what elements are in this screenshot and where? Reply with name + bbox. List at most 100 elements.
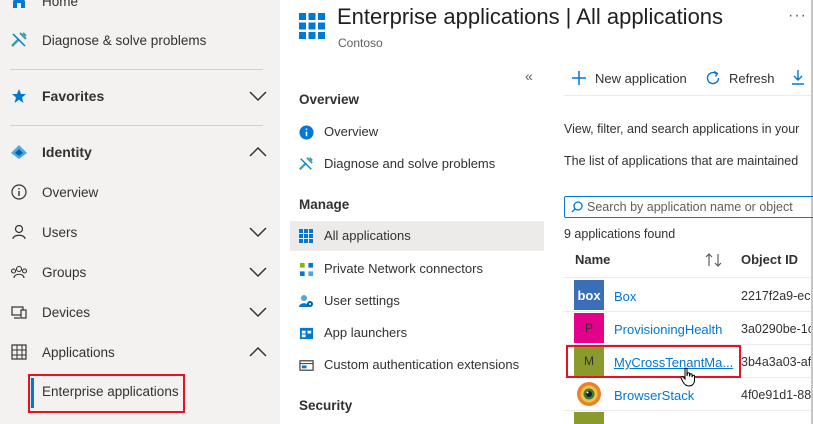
object-id: 2217f2a9-ec xyxy=(741,289,811,303)
menu-item-label: All applications xyxy=(324,228,411,243)
search-box[interactable] xyxy=(564,196,813,218)
chevron-up-icon[interactable] xyxy=(248,145,268,159)
hand-cursor-icon xyxy=(680,367,695,387)
wrench-icon xyxy=(298,156,314,172)
nav-label: Diagnose & solve problems xyxy=(42,32,207,48)
wrench-icon xyxy=(10,31,28,49)
info-icon xyxy=(10,183,28,201)
nav-item-overview[interactable]: Overview xyxy=(0,174,280,210)
nav-item-enterprise-applications[interactable]: Enterprise applications xyxy=(42,384,179,399)
chevron-down-icon[interactable] xyxy=(248,89,268,103)
results-count: 9 applications found xyxy=(564,227,676,241)
star-icon xyxy=(10,87,28,105)
menu-item-private-network-connectors[interactable]: Private Network connectors xyxy=(290,254,544,284)
nav-divider xyxy=(10,125,263,126)
groups-icon xyxy=(10,263,28,281)
section-overview: Overview xyxy=(299,92,360,107)
menu-item-label: Private Network connectors xyxy=(324,261,483,276)
app-name-link[interactable]: ProvisioningHealth xyxy=(614,322,738,337)
section-manage: Manage xyxy=(299,197,350,212)
app-name-link[interactable]: Box xyxy=(614,289,738,304)
devices-icon xyxy=(10,303,28,321)
chevron-down-icon[interactable] xyxy=(248,225,268,239)
new-application-label: New application xyxy=(595,70,687,86)
column-header-object-id[interactable]: Object ID xyxy=(741,252,798,267)
nav-label: Favorites xyxy=(42,88,105,104)
enterprise-apps-grid-icon xyxy=(299,13,325,39)
selected-app-highlight xyxy=(566,345,741,378)
description-text: The list of applications that are mainta… xyxy=(564,154,799,168)
table-row[interactable]: box Box 2217f2a9-ec xyxy=(564,279,811,312)
applications-icon xyxy=(10,343,28,361)
nav-item-groups[interactable]: Groups xyxy=(0,254,280,290)
app-name-link[interactable]: BrowserStack xyxy=(614,388,738,403)
browserstack-logo xyxy=(574,379,604,409)
nav-item-devices[interactable]: Devices xyxy=(0,294,280,330)
section-security: Security xyxy=(299,398,353,413)
object-id: 3a0290be-1c xyxy=(741,322,811,336)
info-icon xyxy=(298,124,314,140)
nav-item-home[interactable]: Home xyxy=(0,0,280,19)
connectors-icon xyxy=(298,261,314,277)
nav-item-users[interactable]: Users xyxy=(0,214,280,250)
nav-item-identity[interactable]: Identity xyxy=(0,134,280,170)
menu-item-overview[interactable]: Overview xyxy=(290,117,544,147)
menu-item-label: Overview xyxy=(324,124,379,139)
table-row[interactable]: P ProvisioningHealth 3a0290be-1c xyxy=(564,312,811,345)
identity-icon xyxy=(10,143,28,161)
nav-item-favorites[interactable]: Favorites xyxy=(0,78,280,114)
selected-indicator xyxy=(31,378,34,408)
app-avatar: P xyxy=(574,313,604,343)
extension-icon xyxy=(298,357,314,373)
user-settings-icon xyxy=(298,293,314,309)
page-subtitle: Contoso xyxy=(338,36,383,50)
search-icon xyxy=(571,201,583,213)
object-id: 4f0e91d1-88 xyxy=(741,388,811,402)
menu-item-user-settings[interactable]: User settings xyxy=(290,286,544,316)
refresh-icon xyxy=(706,70,720,85)
menu-item-label: User settings xyxy=(324,293,400,308)
menu-item-label: Diagnose and solve problems xyxy=(324,156,496,171)
app-avatar xyxy=(574,412,604,424)
menu-item-all-applications[interactable]: All applications xyxy=(290,221,544,251)
nav-label: Identity xyxy=(42,144,92,160)
nav-divider xyxy=(10,69,263,70)
plus-icon xyxy=(572,71,586,85)
left-navigation: Home Diagnose & solve problems Favorites… xyxy=(0,0,280,424)
nav-item-applications[interactable]: Applications xyxy=(0,334,280,370)
menu-item-custom-authentication-extensions[interactable]: Custom authentication extensions xyxy=(290,350,544,380)
object-id: 3b4a3a03-af xyxy=(741,355,811,369)
collapse-menu-button[interactable]: « xyxy=(525,68,533,84)
search-input[interactable] xyxy=(587,199,813,215)
grid-icon xyxy=(298,228,314,244)
menu-item-label: Custom authentication extensions xyxy=(324,357,520,372)
table-row-partial[interactable] xyxy=(564,411,811,424)
intro-text: View, filter, and search applications in… xyxy=(564,122,800,136)
nav-label: Devices xyxy=(42,304,91,320)
refresh-button[interactable]: Refresh xyxy=(705,66,775,90)
chevron-down-icon[interactable] xyxy=(248,265,268,279)
box-logo: box xyxy=(574,280,604,310)
page-title: Enterprise applications | All applicatio… xyxy=(337,4,724,29)
app-launchers-icon xyxy=(298,325,314,341)
column-header-name[interactable]: Name xyxy=(575,252,610,267)
menu-item-diagnose[interactable]: Diagnose and solve problems xyxy=(290,149,544,179)
home-icon xyxy=(10,0,28,10)
toolbar-divider xyxy=(564,95,811,96)
download-icon[interactable] xyxy=(791,69,805,85)
new-application-button[interactable]: New application xyxy=(571,66,687,90)
chevron-up-icon[interactable] xyxy=(248,345,268,359)
nav-label: Applications xyxy=(42,344,115,360)
nav-label: Groups xyxy=(42,264,87,280)
chevron-down-icon[interactable] xyxy=(248,305,268,319)
nav-item-diagnose[interactable]: Diagnose & solve problems xyxy=(0,22,280,58)
nav-label: Home xyxy=(42,0,79,9)
user-icon xyxy=(10,223,28,241)
menu-item-label: App launchers xyxy=(324,325,408,340)
menu-item-app-launchers[interactable]: App launchers xyxy=(290,318,544,348)
nav-label: Users xyxy=(42,224,78,240)
refresh-label: Refresh xyxy=(729,70,775,86)
more-options-button[interactable]: ··· xyxy=(788,7,807,25)
table-header-divider xyxy=(564,277,811,278)
sort-icon[interactable] xyxy=(705,253,723,267)
